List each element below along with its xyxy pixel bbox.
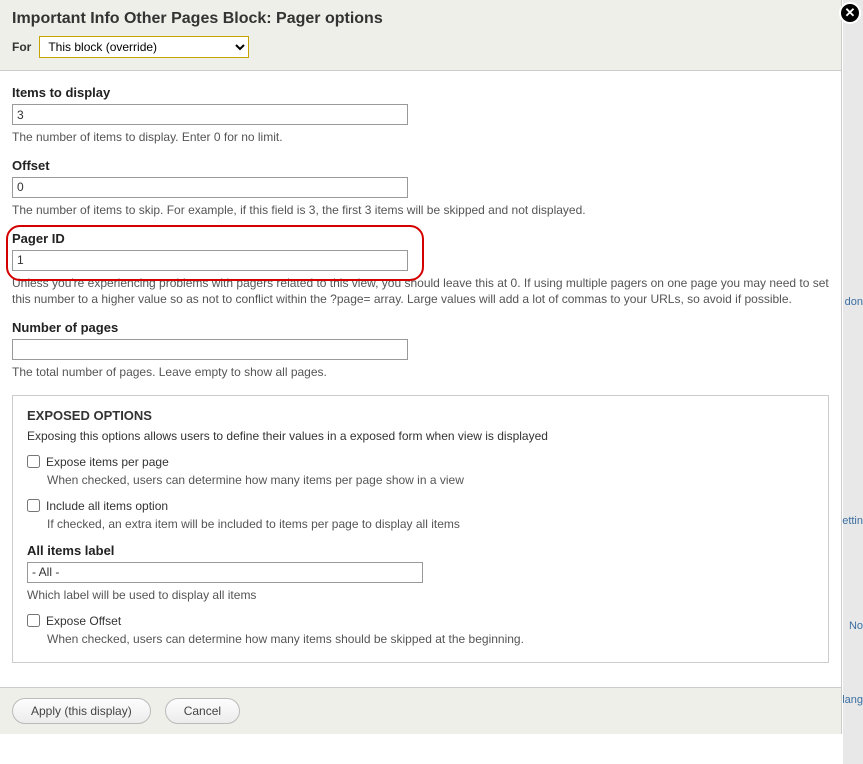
cancel-button[interactable]: Cancel — [165, 698, 240, 724]
all-items-label-label: All items label — [27, 543, 814, 558]
exposed-options-desc: Exposing this options allows users to de… — [27, 429, 814, 443]
dialog-panel: Important Info Other Pages Block: Pager … — [0, 0, 842, 734]
pager-id-group: Pager ID Unless you're experiencing prob… — [12, 231, 829, 309]
exposed-options-fieldset: EXPOSED OPTIONS Exposing this options al… — [12, 395, 829, 663]
all-items-label-desc: Which label will be used to display all … — [27, 587, 814, 604]
pager-id-input[interactable] — [12, 250, 408, 271]
include-all-row: Include all items option — [27, 499, 814, 513]
items-to-display-desc: The number of items to display. Enter 0 … — [12, 129, 829, 146]
offset-group: Offset The number of items to skip. For … — [12, 158, 829, 219]
close-icon: ✕ — [845, 5, 856, 21]
offset-input[interactable] — [12, 177, 408, 198]
dialog-footer: Apply (this display) Cancel — [0, 687, 841, 734]
include-all-checkbox[interactable] — [27, 499, 40, 512]
include-all-desc: If checked, an extra item will be includ… — [47, 517, 814, 531]
bg-text: lang — [842, 694, 863, 706]
expose-offset-label: Expose Offset — [46, 614, 121, 628]
expose-items-label: Expose items per page — [46, 455, 169, 469]
for-row: For This block (override) — [12, 36, 829, 58]
pager-id-label: Pager ID — [12, 231, 829, 246]
expose-offset-desc: When checked, users can determine how ma… — [47, 632, 814, 646]
expose-items-row: Expose items per page — [27, 455, 814, 469]
number-of-pages-label: Number of pages — [12, 320, 829, 335]
dialog-title: Important Info Other Pages Block: Pager … — [12, 10, 829, 28]
all-items-label-group: All items label Which label will be used… — [27, 543, 814, 604]
items-to-display-label: Items to display — [12, 85, 829, 100]
include-all-label: Include all items option — [46, 499, 168, 513]
number-of-pages-group: Number of pages The total number of page… — [12, 320, 829, 381]
dialog-header: Important Info Other Pages Block: Pager … — [0, 0, 841, 71]
offset-label: Offset — [12, 158, 829, 173]
expose-offset-checkbox[interactable] — [27, 614, 40, 627]
background-strip — [843, 0, 863, 764]
dialog-content: Items to display The number of items to … — [0, 71, 841, 687]
bg-text: No — [849, 620, 863, 632]
offset-desc: The number of items to skip. For example… — [12, 202, 829, 219]
expose-items-desc: When checked, users can determine how ma… — [47, 473, 814, 487]
for-label: For — [12, 40, 31, 54]
items-to-display-input[interactable] — [12, 104, 408, 125]
exposed-options-title: EXPOSED OPTIONS — [27, 408, 814, 423]
expose-offset-row: Expose Offset — [27, 614, 814, 628]
apply-button[interactable]: Apply (this display) — [12, 698, 151, 724]
for-select[interactable]: This block (override) — [39, 36, 249, 58]
pager-id-desc: Unless you're experiencing problems with… — [12, 275, 829, 309]
expose-items-checkbox[interactable] — [27, 455, 40, 468]
number-of-pages-input[interactable] — [12, 339, 408, 360]
items-to-display-group: Items to display The number of items to … — [12, 85, 829, 146]
all-items-label-input[interactable] — [27, 562, 423, 583]
bg-text: ettin — [842, 515, 863, 527]
bg-text: don — [845, 296, 863, 308]
number-of-pages-desc: The total number of pages. Leave empty t… — [12, 364, 829, 381]
close-button[interactable]: ✕ — [839, 2, 861, 24]
